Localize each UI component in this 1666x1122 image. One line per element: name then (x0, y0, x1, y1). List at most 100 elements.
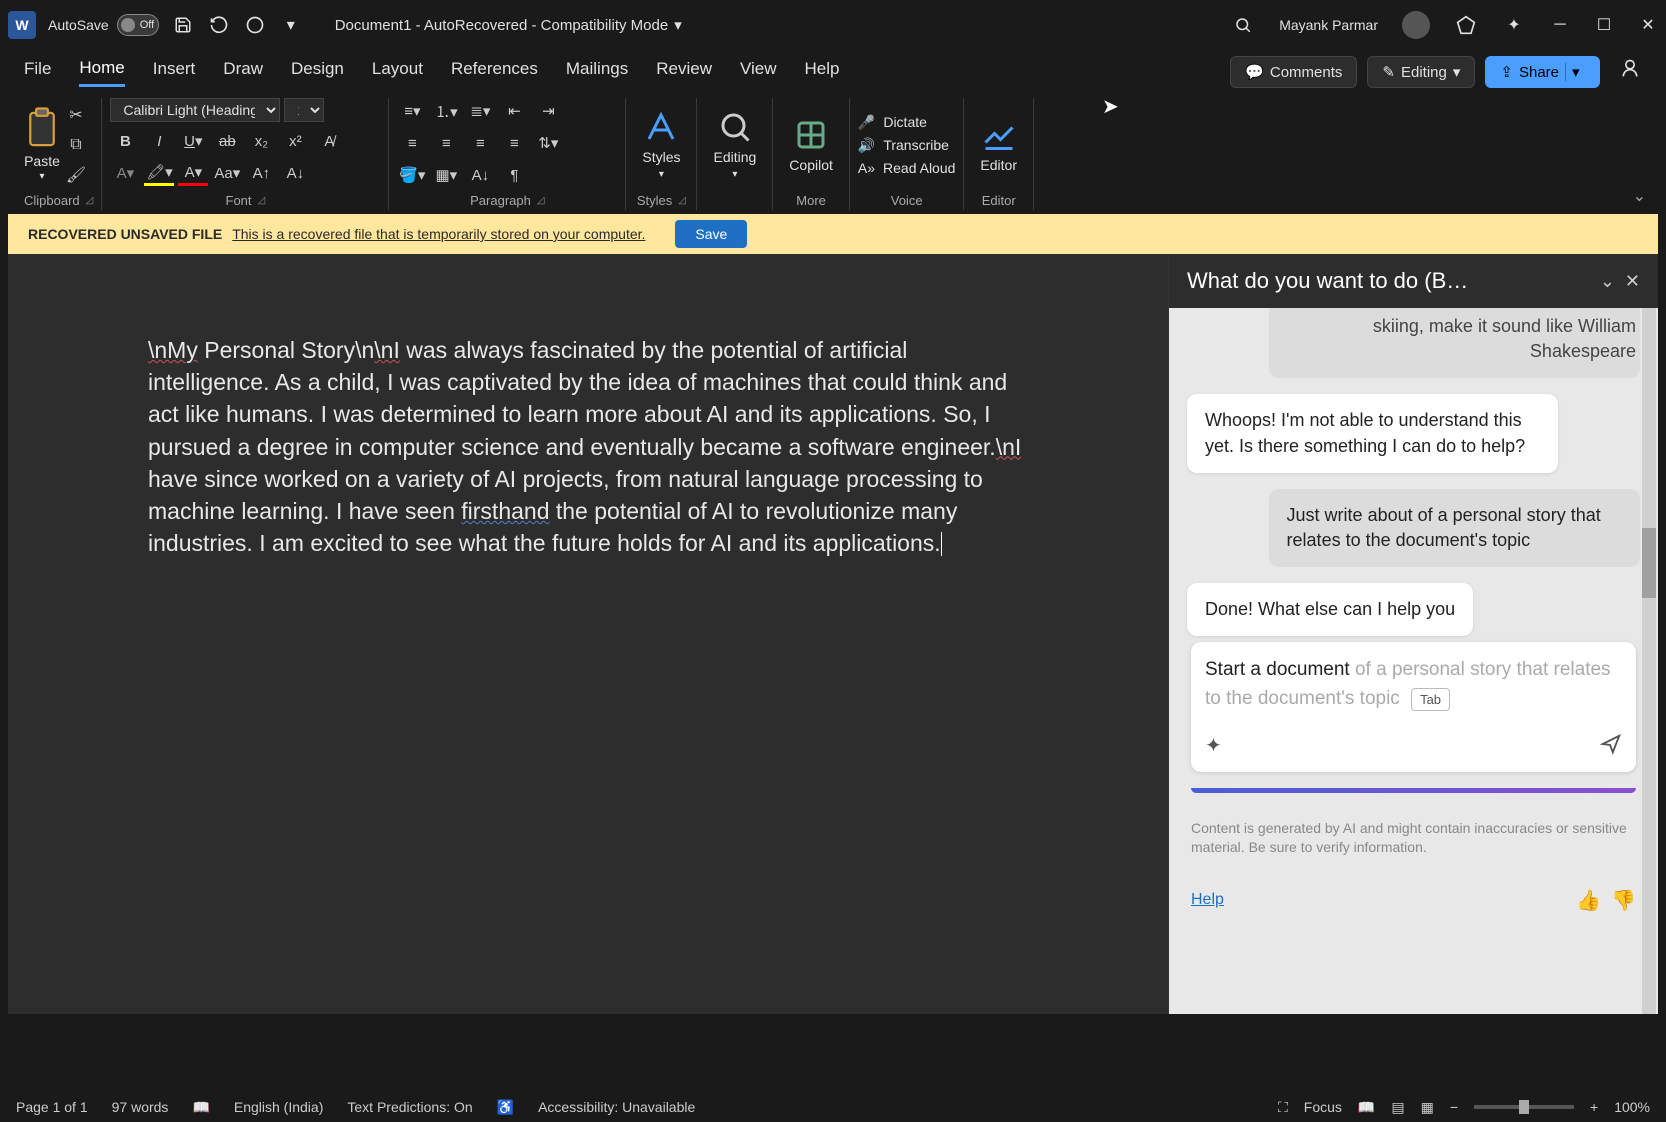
document-body[interactable]: \nMy Personal Story\n\nI was always fasc… (148, 334, 1028, 559)
copilot-scrollbar[interactable] (1642, 308, 1656, 1014)
grow-font-button[interactable]: A↑ (246, 160, 276, 186)
thumbs-down-icon[interactable]: 👎 (1611, 888, 1636, 913)
teams-icon[interactable] (1618, 56, 1642, 80)
copilot-collapse-icon[interactable]: ⌄ (1600, 271, 1615, 292)
strikethrough-button[interactable]: ab (212, 128, 242, 154)
read-aloud-button[interactable]: A»Read Aloud (858, 160, 956, 176)
autosave-control[interactable]: AutoSave Off (48, 14, 159, 36)
share-dropdown-icon[interactable]: ▾ (1565, 63, 1585, 81)
decrease-indent-button[interactable]: ⇤ (499, 98, 529, 124)
editing-mode-button[interactable]: ✎ Editing ▾ (1367, 56, 1475, 88)
status-accessibility[interactable]: Accessibility: Unavailable (538, 1099, 695, 1115)
save-icon[interactable] (171, 13, 195, 37)
status-predictions[interactable]: Text Predictions: On (347, 1099, 472, 1115)
copilot-input-box[interactable]: Start a document of a personal story tha… (1191, 642, 1636, 772)
multilevel-button[interactable]: ≣▾ (465, 98, 495, 124)
numbering-button[interactable]: ⒈▾ (431, 98, 461, 124)
tab-review[interactable]: Review (656, 59, 712, 85)
styles-button[interactable]: Styles ▾ (634, 105, 688, 184)
ribbon-collapse-icon[interactable]: ⌄ (1633, 186, 1646, 206)
copilot-close-icon[interactable]: ✕ (1625, 271, 1640, 292)
close-button[interactable]: ✕ (1638, 15, 1658, 35)
paste-button[interactable]: Paste ▾ (24, 107, 60, 182)
bullets-button[interactable]: ≡▾ (397, 98, 427, 124)
zoom-in-icon[interactable]: + (1590, 1099, 1598, 1115)
tab-view[interactable]: View (740, 59, 777, 85)
document-canvas[interactable]: \nMy Personal Story\n\nI was always fasc… (8, 254, 1168, 1014)
thumbs-up-icon[interactable]: 👍 (1576, 888, 1601, 913)
align-center-button[interactable]: ≡ (431, 130, 461, 156)
font-size-select[interactable]: 15 (284, 98, 324, 122)
justify-button[interactable]: ≡ (499, 130, 529, 156)
transcribe-button[interactable]: 🔊Transcribe (858, 137, 956, 154)
superscript-button[interactable]: x² (280, 128, 310, 154)
shrink-font-button[interactable]: A↓ (280, 160, 310, 186)
title-dropdown-icon[interactable]: ▾ (674, 16, 682, 34)
focus-icon[interactable]: ⛶ (1278, 1099, 1288, 1116)
text-effects-button[interactable]: A▾ (110, 160, 140, 186)
zoom-slider[interactable] (1474, 1105, 1574, 1109)
show-marks-button[interactable]: ¶ (499, 162, 529, 188)
status-zoom[interactable]: 100% (1614, 1099, 1650, 1115)
tab-insert[interactable]: Insert (153, 59, 196, 85)
change-case-button[interactable]: Aa▾ (212, 160, 242, 186)
clipboard-launcher-icon[interactable]: ◿ (86, 195, 94, 206)
font-color-button[interactable]: A▾ (178, 160, 208, 186)
redo-icon[interactable] (243, 13, 267, 37)
shading-button[interactable]: 🪣▾ (397, 162, 427, 188)
editor-button[interactable]: Editor (972, 113, 1025, 177)
italic-button[interactable]: I (144, 128, 174, 154)
line-spacing-button[interactable]: ⇅▾ (533, 130, 563, 156)
zoom-out-icon[interactable]: − (1450, 1099, 1458, 1115)
underline-button[interactable]: U▾ (178, 128, 208, 154)
align-left-button[interactable]: ≡ (397, 130, 427, 156)
cut-icon[interactable]: ✂ (64, 103, 88, 127)
share-button[interactable]: ⇪ Share ▾ (1485, 56, 1600, 88)
sparkle-icon[interactable]: ✦ (1205, 733, 1222, 758)
premium-icon[interactable] (1454, 13, 1478, 37)
tab-help[interactable]: Help (805, 59, 840, 85)
sparkle-icon[interactable]: ✦ (1502, 13, 1526, 37)
font-name-select[interactable]: Calibri Light (Headings) (110, 98, 280, 122)
copilot-button[interactable]: Copilot (781, 113, 841, 177)
tab-design[interactable]: Design (291, 59, 344, 85)
align-right-button[interactable]: ≡ (465, 130, 495, 156)
send-icon[interactable] (1600, 733, 1622, 758)
tab-file[interactable]: File (24, 59, 51, 85)
tab-references[interactable]: References (451, 59, 538, 85)
minimize-button[interactable]: ─ (1550, 15, 1570, 35)
sort-button[interactable]: A↓ (465, 162, 495, 188)
borders-button[interactable]: ▦▾ (431, 162, 461, 188)
scrollbar-thumb[interactable] (1642, 528, 1656, 598)
user-avatar[interactable] (1402, 11, 1430, 39)
autosave-toggle[interactable]: Off (117, 14, 159, 36)
status-focus[interactable]: Focus (1304, 1099, 1342, 1115)
msgbar-link[interactable]: This is a recovered file that is tempora… (232, 226, 645, 242)
subscript-button[interactable]: x₂ (246, 128, 276, 154)
highlight-button[interactable]: 🖍▾ (144, 160, 174, 186)
web-layout-icon[interactable]: ▦ (1421, 1099, 1434, 1116)
styles-launcher-icon[interactable]: ◿ (678, 195, 686, 206)
tab-layout[interactable]: Layout (372, 59, 423, 85)
paragraph-launcher-icon[interactable]: ◿ (537, 195, 545, 206)
tab-home[interactable]: Home (79, 58, 124, 87)
spellcheck-icon[interactable]: 📖 (192, 1099, 209, 1116)
maximize-button[interactable]: ☐ (1594, 15, 1614, 35)
increase-indent-button[interactable]: ⇥ (533, 98, 563, 124)
print-layout-icon[interactable]: ▤ (1391, 1099, 1404, 1116)
status-page[interactable]: Page 1 of 1 (16, 1099, 88, 1115)
read-mode-icon[interactable]: 📖 (1358, 1099, 1375, 1116)
bold-button[interactable]: B (110, 128, 140, 154)
tab-mailings[interactable]: Mailings (566, 59, 628, 85)
status-language[interactable]: English (India) (234, 1099, 324, 1115)
clear-format-button[interactable]: A̸ (314, 128, 344, 154)
dictate-button[interactable]: 🎤Dictate (858, 114, 956, 131)
tab-draw[interactable]: Draw (223, 59, 263, 85)
format-painter-icon[interactable]: 🖌 (64, 163, 88, 187)
font-launcher-icon[interactable]: ◿ (258, 195, 266, 206)
msgbar-save-button[interactable]: Save (675, 220, 747, 248)
copy-icon[interactable]: ⧉ (64, 133, 88, 157)
copilot-help-link[interactable]: Help (1191, 891, 1224, 909)
search-icon[interactable] (1231, 13, 1255, 37)
undo-icon[interactable] (207, 13, 231, 37)
